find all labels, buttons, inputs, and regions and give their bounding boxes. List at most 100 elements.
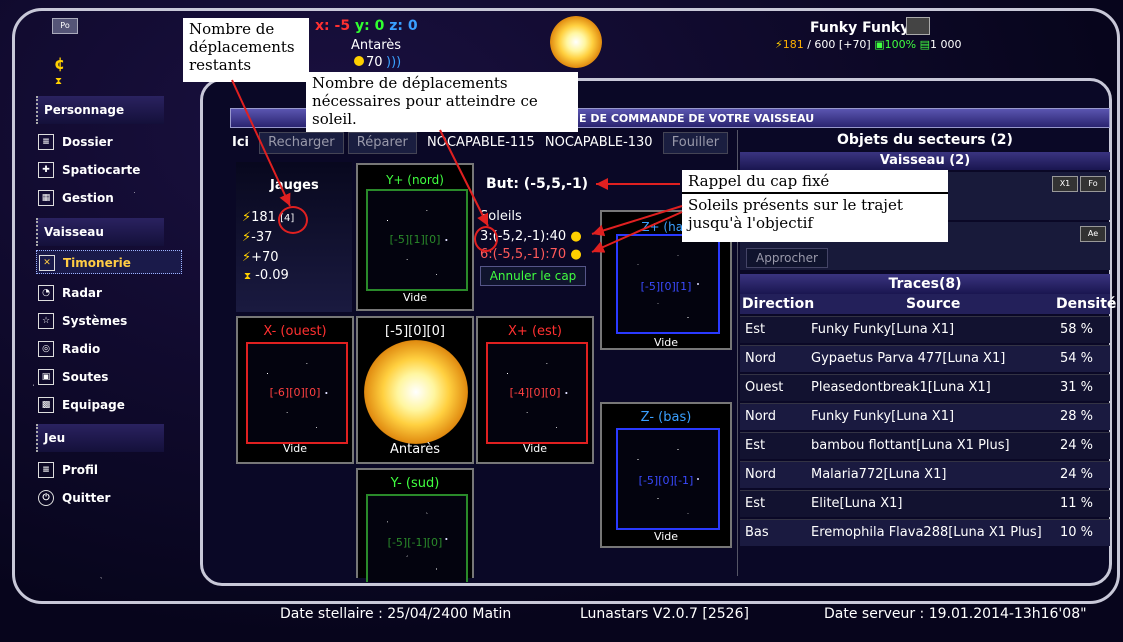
footer-server: Date serveur : 19.01.2014-13h16'08"	[824, 606, 1087, 622]
search-button[interactable]: Fouiller	[662, 132, 729, 154]
sector-up-status: Vide	[653, 336, 679, 349]
location-name: Antarès	[351, 38, 402, 53]
repair-button[interactable]: Réparer	[347, 132, 417, 154]
signal-icon: )))	[386, 55, 402, 70]
reload-button[interactable]: Recharger	[259, 132, 344, 154]
footer-version: Lunastars V2.0.7 [2526]	[580, 606, 749, 622]
table-row: Est Elite[Luna X1] 11 %	[740, 490, 1110, 517]
footer-date: Date stellaire : 25/04/2400 Matin	[280, 606, 512, 622]
sector-north[interactable]: Y+ (nord) [-5][1][0] Vide	[356, 163, 474, 311]
sidebar-section-vaisseau: Vaisseau	[36, 218, 164, 246]
sector-south-coord: [-5][-1][0]	[387, 536, 443, 549]
annotation-heading: Rappel du cap fixé	[682, 170, 948, 194]
table-row: Nord Funky Funky[Luna X1] 28 %	[740, 403, 1110, 430]
systems-icon: ☆	[38, 313, 54, 329]
radio-icon: ◎	[38, 341, 54, 357]
sector-down-status: Vide	[653, 530, 679, 543]
gauge-2: ⚡-37	[242, 230, 273, 245]
sector-east-label: X+ (est)	[508, 324, 562, 339]
hourglass-icon: ⧗	[55, 76, 63, 87]
table-row: Nord Malaria772[Luna X1] 24 %	[740, 461, 1110, 488]
gauge-time: ⧗ -0.09	[244, 268, 289, 283]
sidebar-item-soutes[interactable]: ▣ Soutes	[36, 365, 182, 389]
sector-center-status: Antarès	[389, 442, 441, 457]
table-row: Ouest Pleasedontbreak1[Luna X1] 31 %	[740, 374, 1110, 401]
sidebar-section-personnage: Personnage	[36, 96, 164, 124]
traces-title: Traces(8)	[740, 274, 1110, 294]
current-sun-thumbnail	[550, 16, 602, 68]
sector-north-status: Vide	[402, 291, 428, 304]
traces-header: Direction Source Densité	[740, 294, 1117, 314]
gauges-panel: Jauges ⚡181 [4] ⚡-37 ⚡+70 ⧗ -0.09	[236, 162, 352, 312]
sector-down-label: Z- (bas)	[640, 410, 692, 425]
sector-down[interactable]: Z- (bas) [-5][0][-1] Vide	[600, 402, 732, 548]
table-row: Est Funky Funky[Luna X1] 58 %	[740, 316, 1110, 343]
sidebar-item-profil[interactable]: ≡ Profil	[36, 458, 182, 482]
map-icon: ✚	[38, 162, 54, 178]
sector-west-label: X- (ouest)	[263, 324, 327, 339]
radar-icon: ◔	[38, 285, 54, 301]
goal-label: But: (-5,5,-1)	[486, 176, 589, 192]
object-badge-1: X1	[1052, 176, 1078, 192]
fuel-value: 70	[366, 55, 383, 70]
folder-icon: ≡	[38, 134, 54, 150]
sector-east-status: Vide	[522, 442, 548, 455]
cancel-heading-button[interactable]: Annuler le cap	[480, 266, 586, 286]
objects-title: Objets du secteurs (2)	[837, 132, 1013, 148]
table-row: Bas Eremophila Flava288[Luna X1 Plus] 10 %	[740, 519, 1110, 546]
sector-south-label: Y- (sud)	[390, 476, 440, 491]
sector-up-coord: [-5][0][1]	[640, 280, 692, 293]
center-sun	[364, 340, 468, 444]
route-circle	[474, 226, 498, 252]
badge: Po	[52, 18, 78, 34]
helm-icon: ✕	[39, 255, 55, 271]
suns-label: Soleils	[480, 209, 522, 224]
crew-icon: ▩	[38, 397, 54, 413]
gauges-title: Jauges	[270, 178, 319, 193]
sun-icon	[354, 56, 364, 66]
credit-icon: ¢	[54, 54, 66, 73]
object-badge-2: Fo	[1080, 176, 1106, 192]
sector-east-coord: [-4][0][0]	[509, 386, 561, 399]
object-badge-3: Ae	[1080, 226, 1106, 242]
sun-route-2: 6:(-5,5,-1):70 ●	[480, 247, 582, 262]
ship-tab-1[interactable]: NOCAPABLE-115	[427, 135, 535, 150]
table-row: Nord Gypaetus Parva 477[Luna X1] 54 %	[740, 345, 1110, 372]
objects-sub: Vaisseau (2)	[740, 152, 1110, 170]
sidebar-item-timonerie[interactable]: ✕ Timonerie	[36, 250, 182, 274]
toolbar: Ici Recharger Réparer NOCAPABLE-115 NOCA…	[232, 132, 729, 156]
ship-tab-2[interactable]: NOCAPABLE-130	[545, 135, 653, 150]
player-name[interactable]: Funky Funky	[810, 20, 909, 36]
sector-center-label: [-5][0][0]	[385, 324, 445, 339]
sidebar-item-radar[interactable]: ◔ Radar	[36, 281, 182, 305]
sector-north-coord: [-5][1][0]	[389, 233, 441, 246]
sidebar-item-dossier[interactable]: ≡ Dossier	[36, 130, 182, 154]
sidebar-item-radio[interactable]: ◎ Radio	[36, 337, 182, 361]
annotation-remaining-moves: Nombre de déplacements restants	[183, 18, 309, 82]
table-row: Est bambou flottant[Luna X1 Plus] 24 %	[740, 432, 1110, 459]
annotation-moves-needed: Nombre de déplacements nécessaires pour …	[306, 72, 578, 132]
sidebar-item-equipage[interactable]: ▩ Equipage	[36, 393, 182, 417]
coords: x: -5 y: 0 z: 0	[315, 18, 418, 34]
sector-north-label: Y+ (nord)	[386, 173, 444, 187]
gauge-3: ⚡+70	[242, 250, 279, 265]
sector-west[interactable]: X- (ouest) [-6][0][0] Vide	[236, 316, 354, 464]
management-icon: ▦	[38, 190, 54, 206]
approach-button[interactable]: Approcher	[746, 248, 828, 268]
sidebar-item-spatiocarte[interactable]: ✚ Spatiocarte	[36, 158, 182, 182]
sidebar-item-systemes[interactable]: ☆ Systèmes	[36, 309, 182, 333]
player-stats: ⚡181 / 600 [+70] ▣100% ▤1 000	[775, 38, 962, 51]
sector-down-coord: [-5][0][-1]	[638, 474, 694, 487]
ship-icon	[906, 17, 930, 35]
sector-east[interactable]: X+ (est) [-4][0][0] Vide	[476, 316, 594, 464]
sector-center[interactable]: [-5][0][0] Antarès	[356, 316, 474, 464]
sidebar-item-quitter[interactable]: ⏻ Quitter	[36, 486, 182, 510]
sidebar-section-jeu: Jeu	[36, 424, 164, 452]
sector-south[interactable]: Y- (sud) [-5][-1][0]	[356, 468, 474, 582]
profile-icon: ≡	[38, 462, 54, 478]
cargo-icon: ▣	[38, 369, 54, 385]
sidebar-item-gestion[interactable]: ▦ Gestion	[36, 186, 182, 210]
sector-west-coord: [-6][0][0]	[269, 386, 321, 399]
sector-west-status: Vide	[282, 442, 308, 455]
tab-ici[interactable]: Ici	[232, 135, 249, 150]
